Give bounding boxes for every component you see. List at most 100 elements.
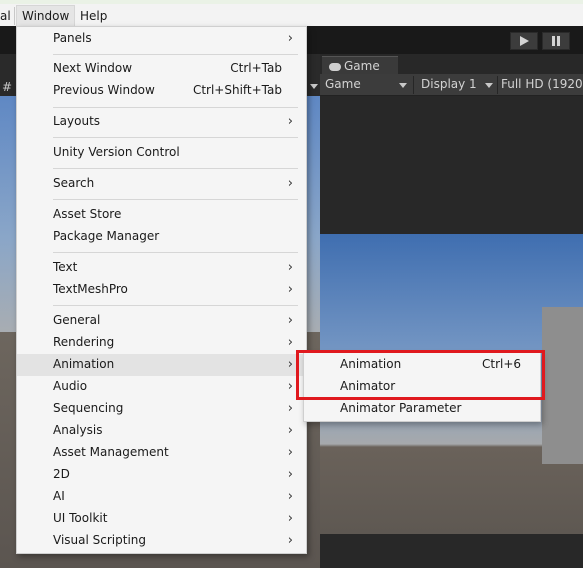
pause-icon [552,36,560,46]
game-toolbar: Game Display 1 Full HD (1920x [320,74,583,96]
menu-tools-partial[interactable]: al [0,9,11,23]
chevron-right-icon: › [287,467,293,482]
menu-item-asset-store[interactable]: Asset Store [17,204,306,226]
chevron-right-icon: › [287,313,293,328]
menu-item-label: Previous Window [53,83,155,97]
chevron-down-icon [399,83,407,88]
menu-separator [53,137,298,138]
menu-item-shortcut: Ctrl+Shift+Tab [192,83,282,97]
menu-item-ai[interactable]: AI › [17,486,306,508]
menu-item-textmeshpro[interactable]: TextMeshPro › [17,279,306,301]
scene-dropdown-arrow-icon[interactable] [310,84,318,89]
menu-item-panels[interactable]: Panels › [17,28,306,50]
submenu-item-animator[interactable]: Animator [304,376,540,398]
menu-item-ui-toolkit[interactable]: UI Toolkit › [17,508,306,530]
menu-item-general[interactable]: General › [17,310,306,332]
menu-separator [53,54,298,55]
menu-item-label: Rendering [53,335,115,349]
menu-item-label: Search [53,176,95,190]
menu-item-label: Visual Scripting [53,533,146,547]
submenu-item-animation[interactable]: Animation Ctrl+6 [304,354,540,376]
chevron-right-icon: › [287,260,293,275]
menu-separator [53,199,298,200]
menu-item-next-window[interactable]: Next Window Ctrl+Tab [17,58,306,80]
menu-separator [53,252,298,253]
game-view-select[interactable]: Game [325,77,361,91]
chevron-right-icon: › [287,176,293,191]
chevron-right-icon: › [287,379,293,394]
menu-separator [53,305,298,306]
chevron-down-icon [485,83,493,88]
chevron-right-icon: › [287,401,293,416]
menu-item-2d[interactable]: 2D › [17,464,306,486]
menu-item-analysis[interactable]: Analysis › [17,420,306,442]
menu-item-label: UI Toolkit [53,511,108,525]
menu-item-label: Asset Store [53,207,122,221]
menu-help[interactable]: Help [80,9,107,23]
chevron-right-icon: › [287,335,293,350]
menu-item-audio[interactable]: Audio › [17,376,306,398]
menubar-divider [14,7,15,25]
gamepad-icon [329,63,341,71]
display-select[interactable]: Display 1 [421,77,477,91]
menu-item-unity-version-control[interactable]: Unity Version Control [17,142,306,164]
play-button[interactable] [510,32,538,50]
menu-item-package-manager[interactable]: Package Manager [17,226,306,248]
menu-item-rendering[interactable]: Rendering › [17,332,306,354]
window-menu: Panels › Next Window Ctrl+Tab Previous W… [16,26,307,554]
play-icon [519,36,529,46]
chevron-right-icon: › [287,31,293,46]
menu-item-label: Next Window [53,61,133,75]
menu-separator [53,107,298,108]
menu-item-label: AI [53,489,65,503]
pause-button[interactable] [542,32,570,50]
tab-game[interactable]: Game [322,56,398,76]
tab-game-label: Game [344,59,380,73]
menu-item-label: Audio [53,379,88,393]
menu-item-search[interactable]: Search › [17,173,306,195]
resolution-select[interactable]: Full HD (1920x [501,77,583,91]
menu-item-animation[interactable]: Animation › [17,354,306,376]
menu-item-shortcut: Ctrl+Tab [230,61,282,75]
menubar: al Window Help [0,0,583,28]
menu-item-label: Analysis [53,423,103,437]
chevron-right-icon: › [287,445,293,460]
toolbar-divider [497,76,498,94]
chevron-right-icon: › [287,511,293,526]
submenu-item-label: Animator [340,379,396,393]
submenu-item-shortcut: Ctrl+6 [482,357,522,371]
chevron-right-icon: › [287,114,293,129]
menu-window[interactable]: Window [16,5,76,28]
chevron-right-icon: › [287,423,293,438]
menu-item-asset-management[interactable]: Asset Management › [17,442,306,464]
menu-separator [53,168,298,169]
chevron-right-icon: › [287,489,293,504]
menu-item-previous-window[interactable]: Previous Window Ctrl+Shift+Tab [17,80,306,102]
menu-item-label: Sequencing [53,401,124,415]
chevron-right-icon: › [287,533,293,548]
menu-item-label: Text [53,260,78,274]
menu-item-label: TextMeshPro [53,282,128,296]
submenu-item-animator-parameter[interactable]: Animator Parameter [304,398,540,420]
game-cube-object [542,307,583,464]
menu-item-label: Layouts [53,114,101,128]
game-view-panel: Game Game Display 1 Full HD (1920x [320,54,583,568]
menu-item-label: Unity Version Control [53,145,180,159]
submenu-item-label: Animation [340,357,402,371]
menu-item-text[interactable]: Text › [17,257,306,279]
scene-hash-icon: # [2,80,13,94]
menu-item-visual-scripting[interactable]: Visual Scripting › [17,530,306,552]
menu-item-label: Asset Management [53,445,169,459]
menu-item-label: Package Manager [53,229,160,243]
animation-submenu: Animation Ctrl+6 Animator Animator Param… [303,352,541,422]
menu-item-label: Panels [53,31,92,45]
menu-item-label: 2D [53,467,70,481]
submenu-item-label: Animator Parameter [340,401,462,415]
menu-item-layouts[interactable]: Layouts › [17,111,306,133]
menu-item-label: General [53,313,101,327]
chevron-right-icon: › [287,357,293,372]
chevron-right-icon: › [287,282,293,297]
menu-item-label: Animation [53,357,115,371]
toolbar-divider [413,76,414,94]
menu-item-sequencing[interactable]: Sequencing › [17,398,306,420]
